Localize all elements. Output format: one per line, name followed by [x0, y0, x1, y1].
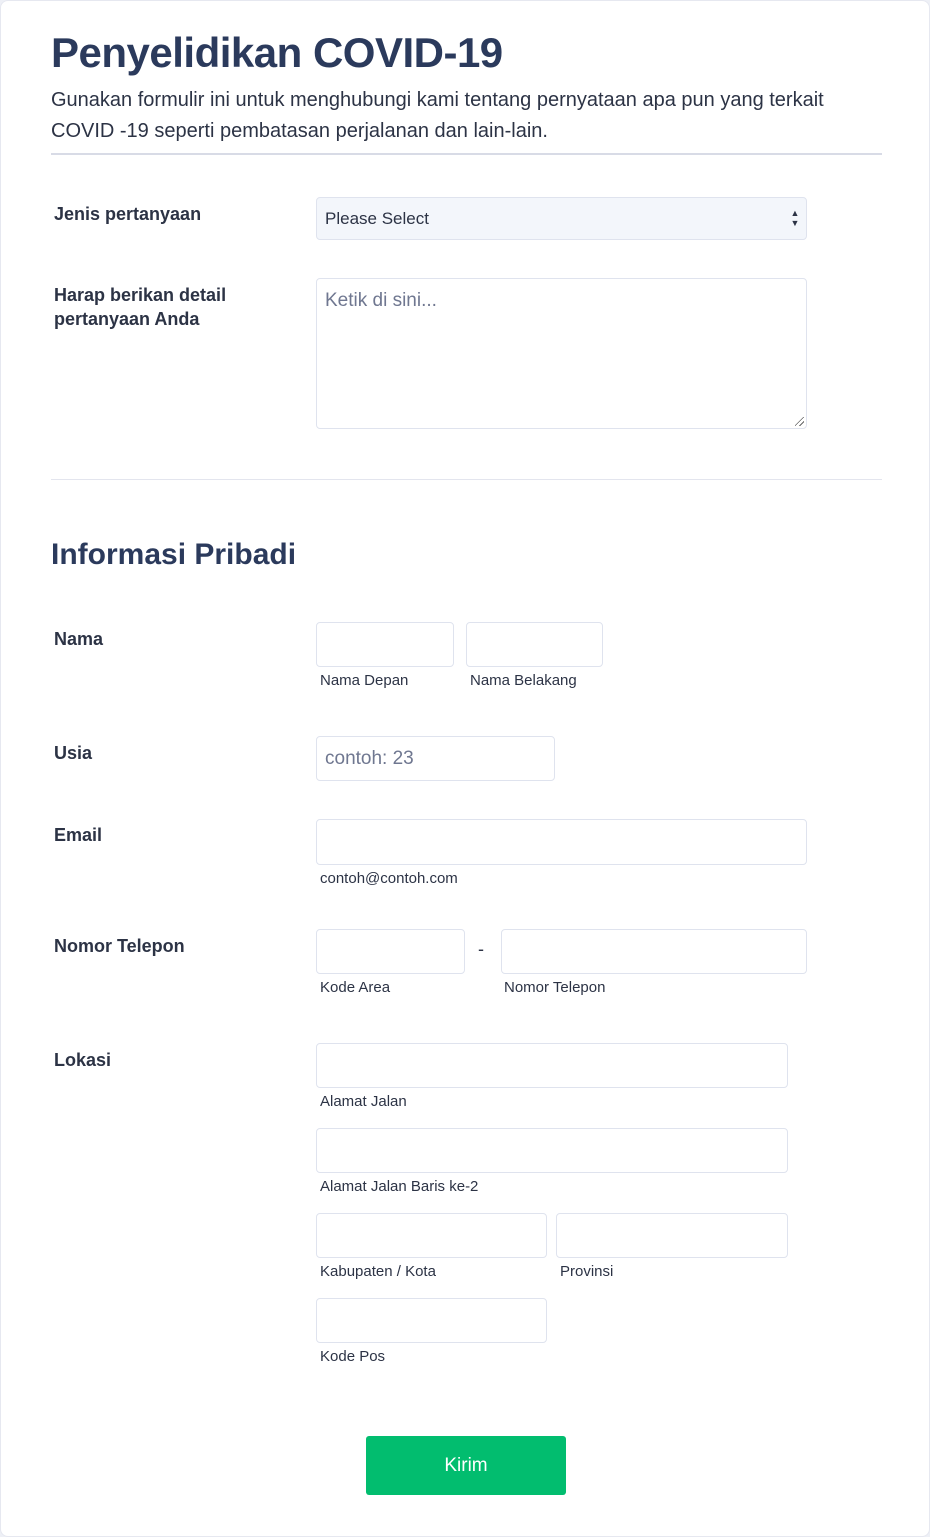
- first-name-input[interactable]: [316, 622, 454, 667]
- inquiry-detail-textarea[interactable]: Ketik di sini...: [316, 278, 807, 429]
- province-sublabel: Provinsi: [560, 1263, 614, 1280]
- first-name-sublabel: Nama Depan: [320, 672, 409, 689]
- province-input[interactable]: [556, 1213, 788, 1258]
- last-name-sublabel: Nama Belakang: [470, 672, 577, 689]
- form-description: Gunakan formulir ini untuk menghubungi k…: [51, 89, 824, 142]
- inquiry-detail-placeholder: Ketik di sini...: [325, 290, 437, 311]
- up-down-arrows-icon: ▲ ▼: [790, 208, 800, 228]
- header-divider: [51, 153, 882, 155]
- resize-handle-icon[interactable]: [795, 417, 804, 426]
- form-header: Penyelidikan COVID-19 Gunakan formulir i…: [51, 27, 882, 147]
- inquiry-type-select[interactable]: Please Select ▲ ▼: [316, 197, 807, 240]
- section-title-personal: Informasi Pribadi: [51, 538, 297, 571]
- form-card: Penyelidikan COVID-19 Gunakan formulir i…: [0, 0, 930, 1537]
- phone-label: Nomor Telepon: [54, 936, 185, 956]
- submit-button[interactable]: Kirim: [366, 1436, 566, 1495]
- inquiry-type-label: Jenis pertanyaan: [54, 204, 202, 224]
- age-input[interactable]: contoh: 23: [316, 736, 555, 781]
- street-address-input[interactable]: [316, 1043, 788, 1088]
- city-input[interactable]: [316, 1213, 547, 1258]
- location-label: Lokasi: [54, 1050, 112, 1070]
- postal-code-sublabel: Kode Pos: [320, 1348, 386, 1365]
- street-address-sublabel: Alamat Jalan: [320, 1093, 407, 1110]
- phone-number-sublabel: Nomor Telepon: [504, 979, 606, 996]
- phone-number-input[interactable]: [501, 929, 807, 974]
- area-code-input[interactable]: [316, 929, 465, 974]
- street-address-line2-input[interactable]: [316, 1128, 788, 1173]
- area-code-sublabel: Kode Area: [320, 979, 391, 996]
- phone-separator: -: [478, 939, 484, 959]
- last-name-input[interactable]: [466, 622, 603, 667]
- section-divider: [51, 479, 882, 480]
- name-label: Nama: [54, 629, 104, 649]
- street-address-line2-sublabel: Alamat Jalan Baris ke-2: [320, 1178, 479, 1195]
- age-label: Usia: [54, 743, 93, 763]
- email-sublabel: contoh@contoh.com: [320, 870, 458, 887]
- city-sublabel: Kabupaten / Kota: [320, 1263, 436, 1280]
- inquiry-type-selected: Please Select: [325, 208, 429, 228]
- form-title: Penyelidikan COVID-19: [51, 29, 503, 76]
- email-label: Email: [54, 825, 103, 845]
- age-placeholder: contoh: 23: [325, 747, 414, 769]
- email-input[interactable]: [316, 819, 807, 865]
- postal-code-input[interactable]: [316, 1298, 547, 1343]
- inquiry-detail-label: Harap berikan detail pertanyaan Anda: [54, 285, 227, 329]
